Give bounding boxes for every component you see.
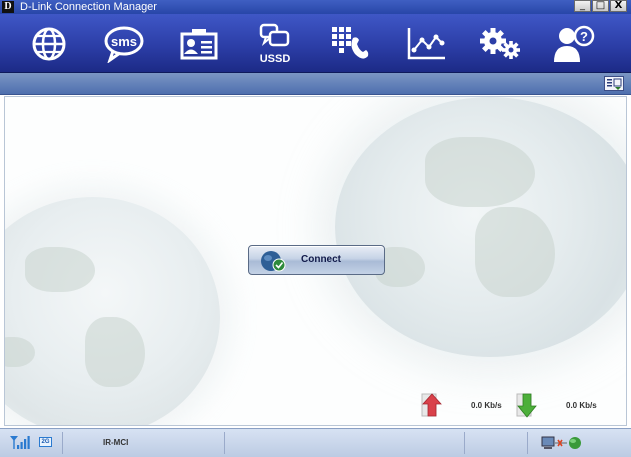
- ussd-icon: USSD: [260, 23, 291, 65]
- sms-icon-label: sms: [111, 34, 137, 49]
- main-toolbar: sms USSD ?: [0, 14, 631, 73]
- upload-speed-value: 0.0 Kb/s: [471, 401, 502, 410]
- earth-background-right: [335, 97, 626, 357]
- sub-toolbar: [0, 73, 631, 95]
- connect-button-label: Connect: [301, 254, 341, 265]
- help-icon-label: ?: [580, 29, 588, 44]
- upload-arrow-icon: [421, 393, 442, 417]
- statistics-button[interactable]: [400, 20, 452, 68]
- contacts-button[interactable]: [173, 20, 225, 68]
- sms-icon: sms: [104, 26, 144, 63]
- maximize-button[interactable]: □: [592, 0, 609, 12]
- main-panel: Connect 0.0 Kb/s 0.0 Kb/s: [4, 96, 627, 426]
- status-bar: 2G IR-MCI: [0, 428, 631, 457]
- minimize-button[interactable]: _: [574, 0, 591, 12]
- window-title: D-Link Connection Manager: [20, 1, 157, 13]
- ussd-button[interactable]: USSD: [249, 20, 301, 68]
- globe-icon: [32, 27, 66, 61]
- settings-icon: [480, 28, 520, 59]
- close-button[interactable]: X: [610, 0, 627, 12]
- title-bar[interactable]: D D-Link Connection Manager _ □ X: [0, 0, 631, 14]
- connection-status-icon[interactable]: [541, 435, 585, 451]
- window-controls: _ □ X: [573, 0, 627, 13]
- help-icon: ?: [554, 25, 595, 62]
- ussd-icon-label: USSD: [260, 53, 291, 65]
- download-speed-value: 0.0 Kb/s: [566, 401, 597, 410]
- connect-button[interactable]: Connect: [248, 245, 385, 275]
- network-type-badge: 2G: [39, 437, 52, 447]
- view-menu-button[interactable]: [604, 76, 624, 91]
- sms-button[interactable]: sms: [98, 20, 150, 68]
- help-button[interactable]: ?: [548, 20, 600, 68]
- download-arrow-icon: [516, 393, 537, 418]
- internet-button[interactable]: [23, 20, 75, 68]
- settings-button[interactable]: [474, 20, 526, 68]
- network-name: IR-MCI: [103, 438, 129, 447]
- statistics-icon: [407, 28, 445, 60]
- earth-background-left: [5, 197, 220, 425]
- connect-globe-icon: [261, 251, 286, 272]
- app-logo-icon: D: [2, 1, 14, 13]
- contacts-icon: [180, 29, 218, 60]
- dialer-button[interactable]: [323, 20, 375, 68]
- panel-list-icon: [607, 78, 622, 90]
- signal-strength-icon: [10, 436, 30, 449]
- dialer-icon: [332, 27, 369, 59]
